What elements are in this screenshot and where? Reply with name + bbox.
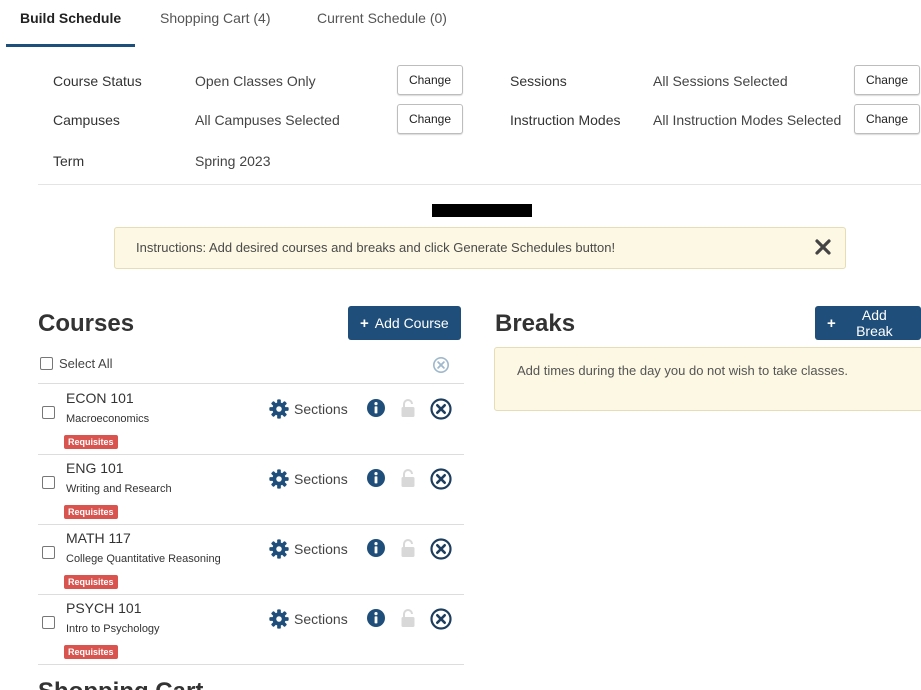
term-label: Term: [53, 153, 85, 169]
add-course-label: Add Course: [374, 315, 449, 331]
course-code: ECON 101: [66, 390, 134, 406]
gear-icon: [269, 469, 289, 489]
requisites-badge[interactable]: Requisites: [64, 505, 118, 519]
sections-label: Sections: [294, 401, 348, 417]
sections-button[interactable]: Sections: [268, 468, 348, 490]
plus-icon: +: [827, 314, 836, 332]
info-icon[interactable]: [366, 468, 386, 488]
gear-icon: [269, 539, 289, 559]
term-value: Spring 2023: [195, 153, 271, 169]
course-name: College Quantitative Reasoning: [66, 553, 221, 565]
remove-course-icon[interactable]: [430, 398, 452, 420]
course-row: PSYCH 101 Intro to Psychology Requisites…: [38, 594, 464, 665]
course-status-label: Course Status: [53, 73, 142, 89]
sections-button[interactable]: Sections: [268, 538, 348, 560]
shopping-cart-section-title: Shopping Cart: [38, 678, 203, 690]
course-checkbox[interactable]: [42, 406, 55, 419]
tab-current-schedule[interactable]: Current Schedule (0): [303, 0, 461, 45]
requisites-badge[interactable]: Requisites: [64, 435, 118, 449]
select-all-checkbox[interactable]: [40, 357, 53, 370]
course-status-value: Open Classes Only: [195, 73, 316, 89]
course-name: Writing and Research: [66, 483, 172, 495]
course-name: Macroeconomics: [66, 413, 150, 425]
course-status-change-button[interactable]: Change: [397, 65, 463, 95]
tab-shopping-cart[interactable]: Shopping Cart (4): [146, 0, 285, 45]
campuses-label: Campuses: [53, 112, 120, 128]
course-name: Intro to Psychology: [66, 623, 160, 635]
instructions-text: Instructions: Add desired courses and br…: [136, 240, 616, 255]
course-checkbox[interactable]: [42, 476, 55, 489]
course-checkbox[interactable]: [42, 546, 55, 559]
tab-build-schedule[interactable]: Build Schedule: [6, 0, 136, 47]
info-icon[interactable]: [366, 538, 386, 558]
course-code: PSYCH 101: [66, 600, 142, 616]
remove-course-icon[interactable]: [430, 608, 452, 630]
sections-label: Sections: [294, 611, 348, 627]
campuses-change-button[interactable]: Change: [397, 104, 463, 134]
instructions-notice: Instructions: Add desired courses and br…: [114, 227, 846, 269]
breaks-title: Breaks: [495, 310, 576, 337]
gear-icon: [269, 609, 289, 629]
course-code: ENG 101: [66, 460, 124, 476]
gear-icon: [269, 399, 289, 419]
instruction-modes-change-button[interactable]: Change: [854, 104, 920, 134]
filters-divider: [38, 184, 921, 185]
select-all[interactable]: Select All: [40, 356, 112, 371]
tab-bar: Build Schedule Shopping Cart (4) Current…: [6, 0, 921, 47]
breaks-empty-notice: Add times during the day you do not wish…: [494, 347, 921, 411]
add-break-button[interactable]: + Add Break: [815, 306, 921, 340]
course-row: MATH 117 College Quantitative Reasoning …: [38, 524, 464, 595]
sections-label: Sections: [294, 471, 348, 487]
lock-icon: [401, 399, 415, 417]
select-all-label: Select All: [59, 356, 113, 371]
redaction-bar: [432, 204, 532, 217]
close-icon[interactable]: [813, 237, 833, 257]
sessions-label: Sessions: [510, 73, 567, 89]
requisites-badge[interactable]: Requisites: [64, 645, 118, 659]
remove-course-icon[interactable]: [430, 468, 452, 490]
course-code: MATH 117: [66, 530, 131, 546]
schedule-builder-page: Build Schedule Shopping Cart (4) Current…: [0, 0, 921, 690]
campuses-value: All Campuses Selected: [195, 112, 340, 128]
add-break-label: Add Break: [856, 307, 893, 339]
add-course-button[interactable]: + Add Course: [348, 306, 461, 340]
requisites-badge[interactable]: Requisites: [64, 575, 118, 589]
courses-title: Courses: [38, 310, 135, 337]
sections-label: Sections: [294, 541, 348, 557]
remove-course-icon[interactable]: [430, 538, 452, 560]
course-checkbox[interactable]: [42, 616, 55, 629]
course-row: ENG 101 Writing and Research Requisites …: [38, 454, 464, 525]
instruction-modes-label: Instruction Modes: [510, 112, 621, 128]
lock-icon: [401, 609, 415, 627]
sections-button[interactable]: Sections: [268, 608, 348, 630]
lock-icon: [401, 539, 415, 557]
clear-all-icon[interactable]: [432, 356, 450, 374]
sections-button[interactable]: Sections: [268, 398, 348, 420]
info-icon[interactable]: [366, 608, 386, 628]
plus-icon: +: [360, 314, 369, 332]
info-icon[interactable]: [366, 398, 386, 418]
lock-icon: [401, 469, 415, 487]
instruction-modes-value: All Instruction Modes Selected: [653, 112, 842, 128]
sessions-change-button[interactable]: Change: [854, 65, 920, 95]
breaks-empty-text: Add times during the day you do not wish…: [517, 363, 848, 378]
sessions-value: All Sessions Selected: [653, 73, 788, 89]
course-row: ECON 101 Macroeconomics Requisites Secti…: [38, 384, 464, 455]
